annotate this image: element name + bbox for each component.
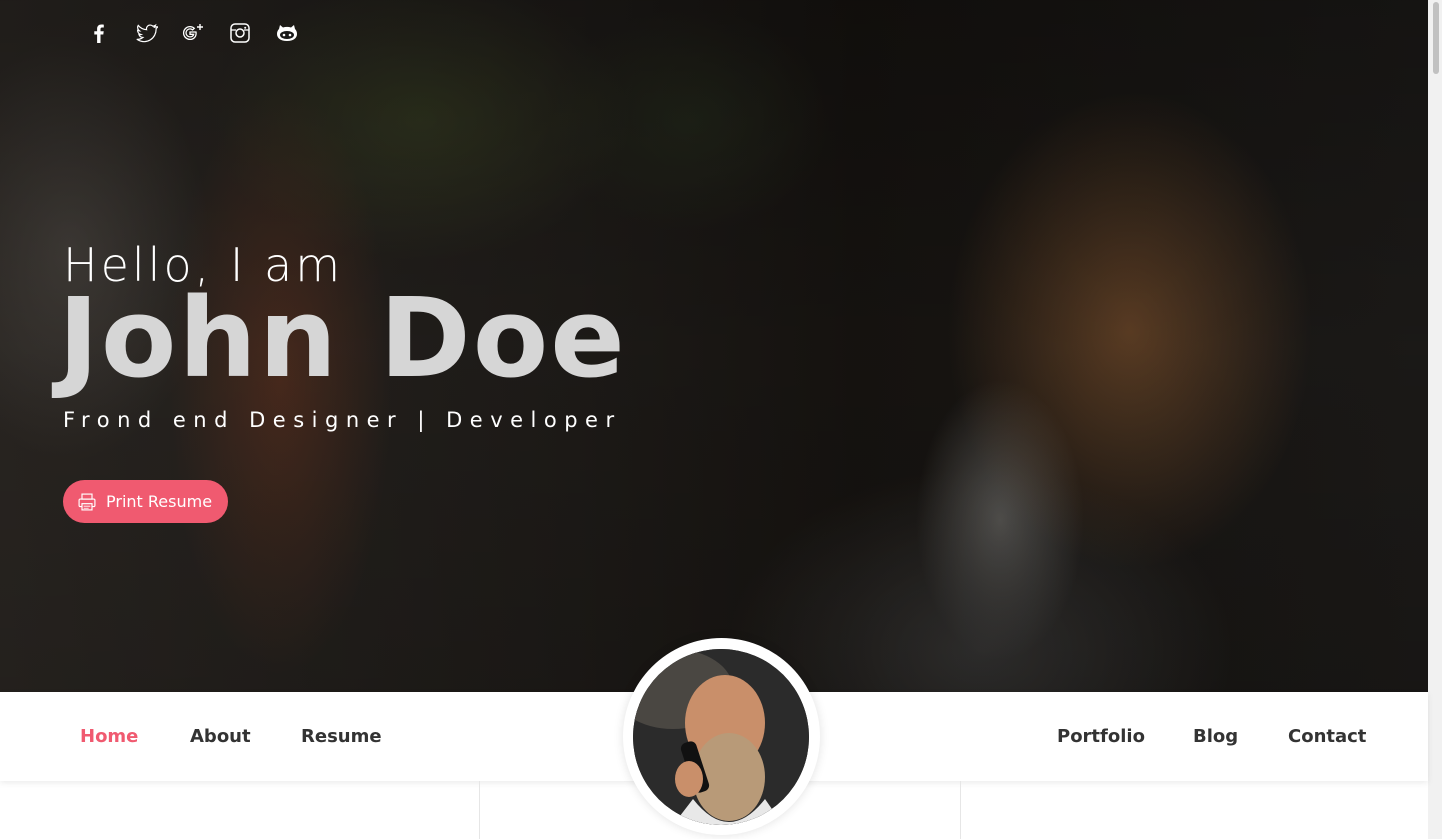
hero-section: Hello, I am John Doe Frond end Designer …	[0, 0, 1428, 692]
nav-contact[interactable]: Contact	[1288, 692, 1366, 781]
scrollbar-thumb[interactable]	[1433, 2, 1439, 74]
hero-tagline: Frond end Designer | Developer	[63, 408, 622, 432]
hero-name: John Doe	[58, 274, 627, 402]
nav-resume[interactable]: Resume	[301, 692, 382, 781]
facebook-icon[interactable]	[75, 16, 122, 50]
print-resume-button[interactable]: Print Resume	[63, 480, 229, 523]
google-plus-icon[interactable]	[169, 16, 216, 50]
column-divider	[960, 781, 961, 839]
github-icon[interactable]	[263, 16, 310, 50]
print-resume-label: Print Resume	[106, 492, 213, 511]
twitter-icon[interactable]	[122, 16, 169, 50]
avatar	[633, 649, 809, 825]
nav-blog[interactable]: Blog	[1193, 692, 1238, 781]
nav-about[interactable]: About	[190, 692, 251, 781]
nav-home[interactable]: Home	[80, 692, 138, 781]
scrollbar-track[interactable]	[1428, 0, 1442, 839]
social-links	[75, 16, 310, 50]
column-divider	[479, 781, 480, 839]
printer-icon	[78, 493, 96, 510]
instagram-icon[interactable]	[216, 16, 263, 50]
nav-portfolio[interactable]: Portfolio	[1057, 692, 1145, 781]
